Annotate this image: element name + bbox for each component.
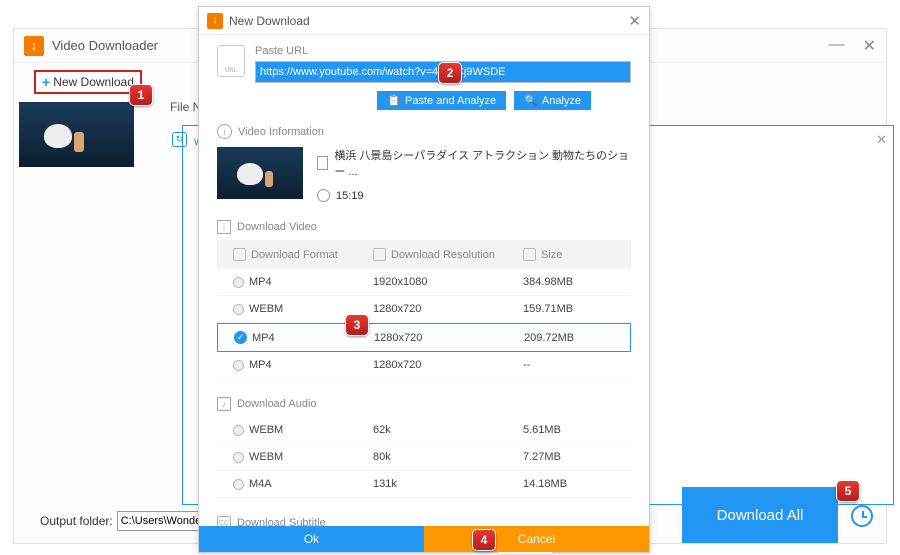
schedule-icon[interactable] (851, 505, 873, 527)
filename-label: File N (170, 100, 201, 114)
analyze-button[interactable]: 🔍Analyze (514, 91, 591, 110)
app-logo-icon: ↓ (24, 36, 44, 56)
video-thumbnail (217, 147, 303, 199)
app-title: Video Downloader (52, 38, 158, 53)
audio-format-row[interactable]: M4A 131k14.18MB (217, 471, 631, 498)
video-format-table: Download Format Download Resolution Size… (217, 240, 631, 379)
close-button[interactable]: ✕ (863, 36, 876, 56)
callout-2: 2 (438, 62, 462, 84)
radio[interactable] (233, 479, 244, 490)
radio[interactable] (234, 331, 247, 344)
video-format-row[interactable]: MP4 1920x1080384.98MB (217, 269, 631, 296)
download-audio-icon: ♪ (217, 397, 231, 411)
video-format-row[interactable]: WEBM 1280x720159.71MB (217, 296, 631, 323)
video-format-row[interactable]: MP4 1280x720209.72MB (217, 323, 631, 352)
video-format-row[interactable]: MP4 1280x720-- (217, 352, 631, 379)
download-audio-label: Download Audio (237, 398, 317, 410)
video-information-label: Video Information (238, 126, 324, 138)
radio[interactable] (233, 425, 244, 436)
cancel-button[interactable]: Cancel (424, 526, 649, 552)
dialog-logo-icon: ↓ (207, 13, 223, 29)
main-thumbnail (19, 102, 134, 167)
minimize-button[interactable]: — (829, 36, 845, 56)
url-icon: URL (217, 45, 245, 77)
download-video-icon: ↓ (217, 220, 231, 234)
new-download-label: New Download (53, 75, 134, 89)
video-title: 横浜 八景島シーパラダイス アトラクション 動物たちのショー ... (334, 147, 631, 179)
audio-format-row[interactable]: WEBM 62k5.61MB (217, 417, 631, 444)
output-folder-label: Output folder: (40, 514, 113, 528)
dialog-title: New Download (229, 14, 310, 28)
info-icon: i (217, 124, 232, 139)
table-header: Download Format Download Resolution Size (217, 240, 631, 269)
refresh-icon[interactable]: ↻ (172, 132, 187, 147)
callout-1: 1 (129, 84, 153, 106)
plus-icon: + (42, 74, 50, 90)
dialog-titlebar: ↓ New Download ✕ (199, 7, 649, 35)
resolution-header-icon (373, 248, 386, 261)
paste-icon: 📋 (387, 94, 401, 107)
video-duration: 15:19 (336, 190, 364, 202)
callout-4: 4 (472, 529, 496, 551)
document-icon (317, 156, 328, 170)
new-download-button[interactable]: + New Download (34, 70, 142, 94)
dialog-close-button[interactable]: ✕ (628, 12, 641, 30)
radio[interactable] (233, 304, 244, 315)
new-download-dialog: ↓ New Download ✕ URL Paste URL 📋Paste an… (198, 6, 650, 553)
audio-format-table: WEBM 62k5.61MB WEBM 80k7.27MB M4A 131k14… (217, 417, 631, 498)
search-icon: 🔍 (524, 94, 538, 107)
output-folder-row: Output folder: (40, 511, 217, 531)
download-video-label: Download Video (237, 221, 317, 233)
format-header-icon (233, 248, 246, 261)
callout-5: 5 (836, 480, 860, 502)
paste-url-label: Paste URL (255, 45, 631, 57)
panel-close-icon[interactable]: ✕ (876, 132, 887, 148)
clock-icon (317, 189, 330, 202)
download-all-button[interactable]: Download All (682, 487, 838, 543)
radio[interactable] (233, 360, 244, 371)
radio[interactable] (233, 277, 244, 288)
paste-and-analyze-button[interactable]: 📋Paste and Analyze (377, 91, 506, 110)
audio-format-row[interactable]: WEBM 80k7.27MB (217, 444, 631, 471)
radio[interactable] (233, 452, 244, 463)
callout-3: 3 (345, 314, 369, 336)
size-header-icon (523, 248, 536, 261)
ok-button[interactable]: Ok (199, 526, 424, 552)
